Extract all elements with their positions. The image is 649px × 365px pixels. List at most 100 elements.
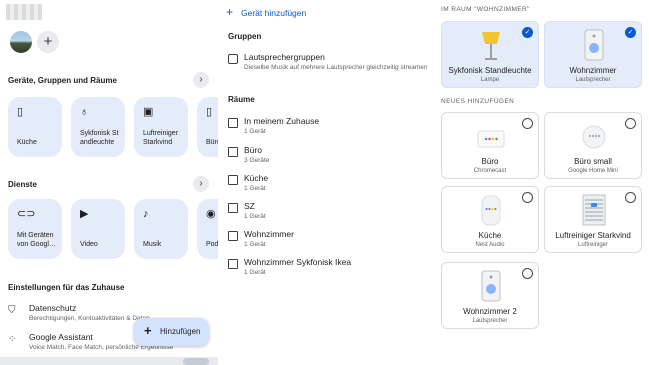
device-name: Luftreiniger Starkvind xyxy=(555,231,631,240)
service-tile-podcast[interactable]: ◉ Pod xyxy=(197,199,218,259)
device-tile-kueche[interactable]: ▯ Küche xyxy=(8,97,62,157)
device-type: Lautsprecher xyxy=(575,77,611,83)
device-tile-air-purifier[interactable]: ▣ Luftreiniger Starkvind xyxy=(134,97,188,157)
device-name: Wohnzimmer 2 xyxy=(463,307,517,316)
tile-label: Video xyxy=(80,241,98,248)
nest-audio-icon xyxy=(481,195,501,226)
device-type: Chromecast xyxy=(473,168,507,174)
device-card-wohnzimmer[interactable]: ✓ Wohnzimmer Lautsprecher xyxy=(544,21,642,88)
speaker-icon xyxy=(481,270,501,302)
device-card-lamp[interactable]: ✓ Sykfonisk Standleuchte Lampe xyxy=(441,21,539,88)
group-subtitle: Dieselbe Musik auf mehrere Lautsprecher … xyxy=(244,64,428,71)
home-panel: + Geräte, Gruppen und Räume › ▯ Küche ♁ … xyxy=(0,0,218,365)
device-name: Sykfonisk Standleuchte xyxy=(448,66,532,75)
device-card-buero-small[interactable]: Büro small Google Home Mini xyxy=(544,112,642,179)
device-type: Lampe xyxy=(480,77,500,83)
tile-label: Büro xyxy=(206,139,218,146)
device-name: Büro xyxy=(481,157,499,166)
tile-label: Luftreiniger Starkvind xyxy=(143,130,179,146)
speaker-groups-row[interactable]: Lautsprechergruppen Dieselbe Musik auf m… xyxy=(228,52,428,84)
link-icon: ⊂⊃ xyxy=(17,208,36,220)
avatar[interactable] xyxy=(10,31,32,53)
device-card-kueche[interactable]: Küche Nest Audio xyxy=(441,186,539,253)
shield-icon: ⛉ xyxy=(8,305,16,316)
add-menu-panel: + Gerät hinzufügen Gruppen Lautsprechergr… xyxy=(218,0,433,365)
air-purifier-icon: ▣ xyxy=(143,106,154,118)
service-tile-music[interactable]: ♪ Musik xyxy=(134,199,188,259)
in-room-title: IM RAUM "WOHNZIMMER" xyxy=(441,6,530,13)
room-title: Büro xyxy=(244,145,262,155)
plus-icon: + xyxy=(144,323,152,338)
blurred-home-name xyxy=(6,4,42,20)
service-tile-link[interactable]: ⊂⊃ Mit Geräten von Googl… xyxy=(8,199,62,259)
service-tile-video[interactable]: ▶ Video xyxy=(71,199,125,259)
device-tile-lamp[interactable]: ♁ Sykfonisk St andleuchte xyxy=(71,97,125,157)
devices-section-title: Geräte, Gruppen und Räume xyxy=(8,76,117,85)
chromecast-icon xyxy=(477,130,505,148)
podcast-icon: ◉ xyxy=(206,208,216,220)
room-icon xyxy=(228,203,238,213)
room-title: Küche xyxy=(244,173,269,183)
device-card-luftreiniger[interactable]: Luftreiniger Starkvind Luftreiniger xyxy=(544,186,642,253)
speaker-group-icon xyxy=(228,54,238,64)
room-subtitle: 1 Gerät xyxy=(244,241,266,248)
home-icon xyxy=(228,118,238,128)
room-icon xyxy=(228,259,238,269)
room-icon xyxy=(228,147,238,157)
fab-label: Hinzufügen xyxy=(160,327,201,336)
device-type: Google Home Mini xyxy=(568,168,618,174)
speaker-icon: ▯ xyxy=(206,106,213,118)
lamp-icon: ♁ xyxy=(80,106,89,118)
add-fab-button[interactable]: + Hinzufügen xyxy=(134,318,209,346)
assistant-icon: ⁘ xyxy=(8,334,17,345)
device-name: Küche xyxy=(478,231,502,240)
device-name: Wohnzimmer xyxy=(569,66,617,75)
group-title: Lautsprechergruppen xyxy=(244,52,325,62)
room-icon xyxy=(228,231,238,241)
room-devices-panel: IM RAUM "WOHNZIMMER" ✓ Sykfonisk Standle… xyxy=(433,0,649,365)
services-section-title: Dienste xyxy=(8,180,37,189)
room-subtitle: 3 Geräte xyxy=(244,157,270,164)
devices-chevron-icon[interactable]: › xyxy=(193,72,209,88)
device-type: Lautsprecher xyxy=(472,318,508,324)
add-new-title: NEUES HINZUFÜGEN xyxy=(441,98,515,105)
room-title: In meinem Zuhause xyxy=(244,116,320,126)
speaker-icon: ▯ xyxy=(17,106,24,118)
nav-indicator xyxy=(183,358,209,365)
device-card-buero[interactable]: Büro Chromecast xyxy=(441,112,539,179)
video-icon: ▶ xyxy=(80,208,89,220)
groups-title: Gruppen xyxy=(228,32,262,41)
add-device-link[interactable]: + Gerät hinzufügen xyxy=(226,5,306,19)
tile-label: Mit Geräten von Googl… xyxy=(17,232,56,248)
device-name: Büro small xyxy=(574,157,612,166)
tile-label: Pod xyxy=(206,241,218,248)
tile-label: Sykfonisk St andleuchte xyxy=(80,130,119,146)
plus-icon: + xyxy=(226,5,234,19)
device-card-wohnzimmer-2[interactable]: Wohnzimmer 2 Lautsprecher xyxy=(441,262,539,329)
add-device-label: Gerät hinzufügen xyxy=(241,8,307,18)
setting-title: Google Assistant xyxy=(29,332,93,342)
add-member-button[interactable]: + xyxy=(37,31,59,53)
setting-title: Datenschutz xyxy=(29,303,77,313)
tile-label: Küche xyxy=(17,139,37,146)
rooms-title: Räume xyxy=(228,95,255,104)
device-type: Nest Audio xyxy=(475,242,505,248)
device-type: Luftreiniger xyxy=(577,242,609,248)
lamp-icon xyxy=(482,32,500,60)
device-tile-buero[interactable]: ▯ Büro xyxy=(197,97,218,157)
music-icon: ♪ xyxy=(143,208,149,220)
services-chevron-icon[interactable]: › xyxy=(193,176,209,192)
room-subtitle: 1 Gerät xyxy=(244,128,266,135)
tile-label: Musik xyxy=(143,241,162,248)
settings-section-title: Einstellungen für das Zuhause xyxy=(8,283,125,292)
room-icon xyxy=(228,175,238,185)
room-subtitle: 1 Gerät xyxy=(244,213,266,220)
room-title: SZ xyxy=(244,201,255,211)
speaker-icon xyxy=(584,29,604,61)
setting-subtitle: Berechtigungen, Kontoaktivitäten & Daten xyxy=(29,315,150,322)
room-subtitle: 1 Gerät xyxy=(244,269,266,276)
home-mini-icon xyxy=(582,125,606,149)
room-title: Wohnzimmer Sykfonisk Ikea xyxy=(244,257,352,267)
room-subtitle: 1 Gerät xyxy=(244,185,266,192)
room-title: Wohnzimmer xyxy=(244,229,294,239)
